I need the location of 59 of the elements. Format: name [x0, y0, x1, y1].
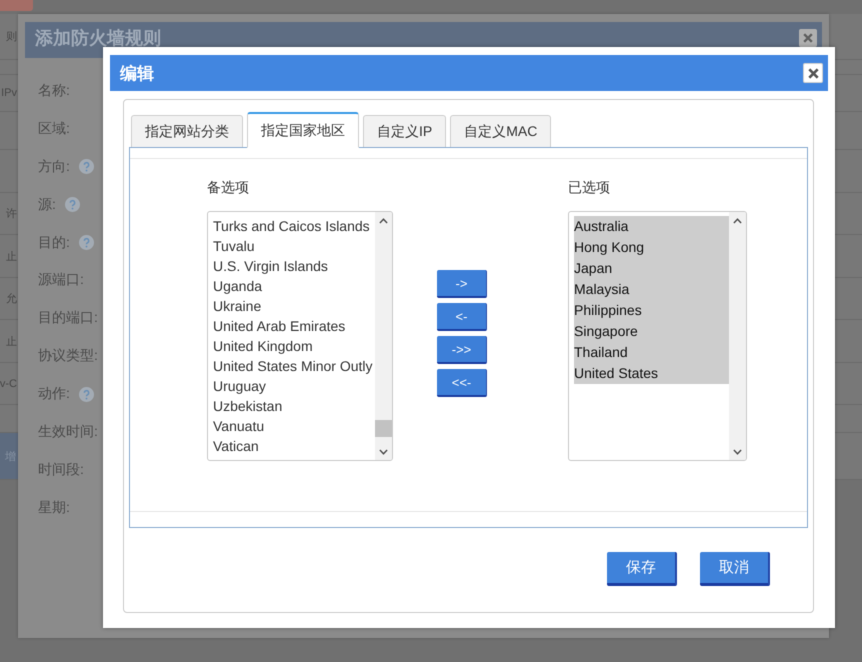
tab[interactable]: 自定义IP — [363, 115, 446, 147]
list-option[interactable]: U.S. Virgin Islands — [213, 256, 375, 276]
field-label: 目的端口: — [38, 309, 98, 328]
chevron-down-icon — [379, 448, 388, 454]
field-label: 星期: — [38, 498, 70, 517]
list-option[interactable]: United Arab Emirates — [213, 316, 375, 336]
close-button[interactable] — [803, 63, 823, 83]
save-button[interactable]: 保存 — [607, 552, 677, 586]
list-option[interactable]: Philippines — [574, 300, 729, 321]
list-option[interactable]: Uzbekistan — [213, 396, 375, 416]
field-label: 方向: — [38, 158, 70, 176]
field-label: 时间段: — [38, 460, 84, 479]
list-option[interactable]: United States Minor Outly — [213, 356, 375, 376]
cancel-button[interactable]: 取消 — [700, 552, 770, 586]
transfer-button[interactable]: ->> — [437, 336, 487, 364]
chevron-down-icon — [733, 448, 742, 454]
list-label: 已选项 — [568, 178, 610, 197]
list-option[interactable]: Vanuatu — [213, 416, 375, 436]
listbox[interactable]: Turks and Caicos Islands Tuvalu U.S. Virgin Islands Uganda Ukraine United Arab Emirates United Kingdom United States Minor Outly Uruguay Uzbekistan Vanuatu Vatican — [207, 211, 393, 461]
list-option[interactable]: United States — [574, 363, 729, 384]
chevron-up-icon — [379, 218, 388, 224]
field-label: 动作: — [38, 385, 70, 404]
close-icon — [803, 33, 813, 43]
list-option[interactable]: Uruguay — [213, 376, 375, 396]
list-option[interactable]: Hong Kong — [574, 237, 729, 258]
dialog-title: 编辑 — [120, 62, 154, 84]
field-label: 生效时间: — [38, 422, 98, 441]
field-label: 目的: — [38, 234, 70, 252]
close-icon — [808, 68, 818, 78]
dialog-title: 添加防火墙规则 — [35, 27, 161, 50]
list-option[interactable]: Malaysia — [574, 279, 729, 300]
list-option[interactable]: Thailand — [574, 342, 729, 363]
list-option[interactable]: Ukraine — [213, 296, 375, 316]
list-label: 备选项 — [207, 178, 249, 197]
page-button[interactable] — [0, 0, 33, 11]
scrollbar[interactable] — [375, 212, 392, 460]
chevron-up-icon — [733, 218, 742, 224]
list-option[interactable]: Vatican — [213, 436, 375, 456]
list-option[interactable]: Tuvalu — [213, 236, 375, 256]
list-option[interactable]: Singapore — [574, 321, 729, 342]
field-label: 协议类型: — [38, 347, 98, 366]
scrollbar[interactable] — [729, 212, 746, 460]
field-label: 区域: — [38, 120, 70, 138]
tab[interactable]: 指定网站分类 — [131, 115, 243, 147]
list-option[interactable]: Uganda — [213, 276, 375, 296]
transfer-button[interactable]: <- — [437, 303, 487, 331]
scrollbar-thumb[interactable] — [375, 420, 392, 437]
list-option[interactable]: Japan — [574, 258, 729, 279]
list-option[interactable]: Australia — [574, 216, 729, 237]
list-option[interactable]: United Kingdom — [213, 336, 375, 356]
listbox[interactable]: Australia Hong Kong Japan Malaysia Philippines Singapore Thailand United States — [568, 211, 747, 461]
field-label: 源: — [38, 196, 56, 214]
field-label: 名称: — [38, 82, 70, 100]
list-option[interactable]: Turks and Caicos Islands — [213, 216, 375, 236]
field-label: 源端口: — [38, 271, 84, 290]
tab[interactable]: 自定义MAC — [450, 115, 552, 147]
transfer-button[interactable]: <<- — [437, 369, 487, 397]
tab[interactable]: 指定国家地区 — [247, 112, 359, 148]
transfer-button[interactable]: -> — [437, 270, 487, 298]
